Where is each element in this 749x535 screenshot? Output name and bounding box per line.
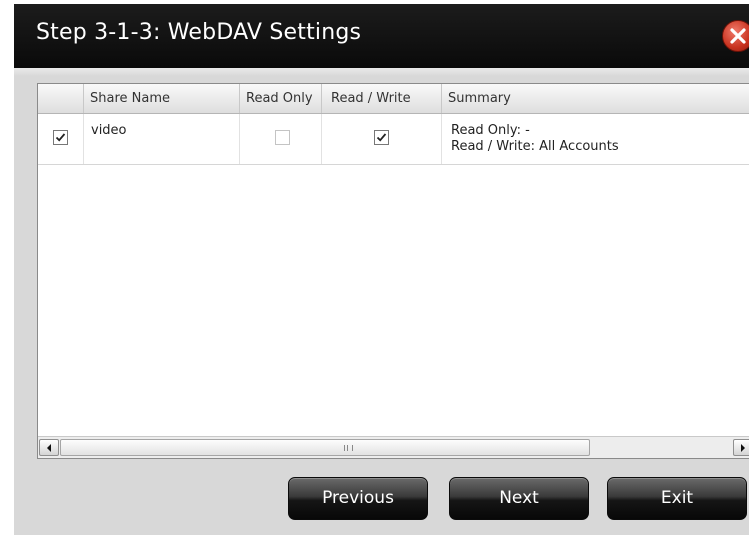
exit-button[interactable]: Exit bbox=[607, 477, 747, 520]
webdav-settings-dialog: Step 3-1-3: WebDAV Settings Share Name R… bbox=[14, 4, 749, 535]
header-divider-band bbox=[14, 68, 749, 76]
scroll-grip-icon bbox=[344, 445, 353, 451]
header-read-only[interactable]: Read Only bbox=[240, 84, 322, 113]
previous-button[interactable]: Previous bbox=[288, 477, 428, 520]
share-table: Share Name Read Only Read / Write Summar… bbox=[37, 83, 749, 459]
row-select-checkbox[interactable] bbox=[53, 130, 68, 145]
table-row[interactable]: video Read Only: - Read / Write: All Acc… bbox=[38, 114, 749, 165]
summary-cell: Read Only: - Read / Write: All Accounts bbox=[442, 114, 749, 164]
next-button[interactable]: Next bbox=[449, 477, 589, 520]
scroll-right-button[interactable] bbox=[733, 439, 749, 456]
summary-read-write: Read / Write: All Accounts bbox=[451, 139, 619, 154]
title-bar: Step 3-1-3: WebDAV Settings bbox=[14, 4, 749, 68]
scroll-left-button[interactable] bbox=[39, 439, 59, 456]
summary-read-only: Read Only: - bbox=[451, 123, 530, 138]
close-x-icon bbox=[730, 28, 746, 44]
arrow-left-icon bbox=[47, 444, 51, 452]
arrow-right-icon bbox=[741, 444, 745, 452]
header-summary[interactable]: Summary bbox=[442, 84, 749, 113]
header-read-write[interactable]: Read / Write bbox=[322, 84, 442, 113]
read-only-checkbox bbox=[275, 130, 290, 145]
read-write-checkbox[interactable] bbox=[374, 130, 389, 145]
horizontal-scrollbar[interactable] bbox=[38, 436, 749, 458]
table-header: Share Name Read Only Read / Write Summar… bbox=[38, 84, 749, 114]
header-select bbox=[38, 84, 84, 113]
close-button[interactable] bbox=[722, 20, 749, 52]
share-name-cell: video bbox=[84, 114, 240, 164]
checkmark-icon bbox=[376, 133, 387, 142]
dialog-title: Step 3-1-3: WebDAV Settings bbox=[36, 20, 362, 45]
scroll-thumb[interactable] bbox=[60, 439, 590, 456]
header-share-name[interactable]: Share Name bbox=[84, 84, 240, 113]
checkmark-icon bbox=[55, 133, 66, 142]
